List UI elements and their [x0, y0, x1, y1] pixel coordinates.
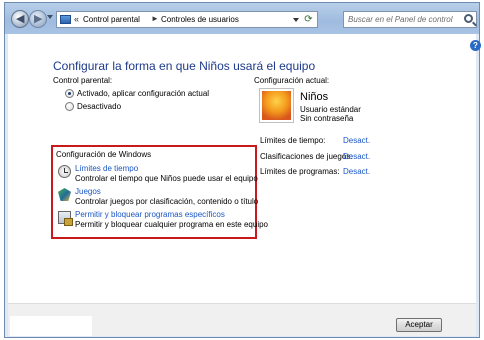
back-button[interactable]: ◀	[11, 10, 29, 28]
address-dropdown-chevron-down-icon[interactable]	[293, 18, 299, 22]
address-overflow-chevron[interactable]: «	[74, 14, 79, 24]
windows-settings-label: Configuración de Windows	[56, 150, 152, 159]
programs-icon	[58, 211, 73, 226]
control-panel-window: ◀ ▶ « Control parental ► Controles de us…	[4, 2, 481, 338]
stat-game-ratings-label: Clasificaciones de juegos:	[260, 152, 353, 161]
title-bar: ◀ ▶ « Control parental ► Controles de us…	[5, 3, 479, 34]
address-bar[interactable]: « Control parental ► Controles de usuari…	[56, 11, 318, 28]
stat-time-limits-value: Desact.	[343, 136, 371, 145]
stat-time-limits-label: Límites de tiempo:	[260, 136, 326, 145]
clock-icon	[58, 165, 71, 178]
breadcrumb-control-parental[interactable]: Control parental	[83, 15, 140, 24]
games-link[interactable]: Juegos	[75, 187, 101, 196]
games-description: Controlar juegos por clasificación, cont…	[75, 197, 259, 206]
user-name: Niños	[300, 91, 329, 103]
search-box[interactable]: Buscar en el Panel de control	[343, 11, 477, 28]
forward-arrow-icon: ▶	[34, 13, 43, 25]
help-icon[interactable]: ?	[470, 40, 481, 51]
status-field	[10, 316, 92, 336]
page-title: Configurar la forma en que Niños usará e…	[53, 59, 316, 73]
time-limits-description: Controlar el tiempo que Niños puede usar…	[75, 174, 258, 183]
programs-description: Permitir y bloquear cualquier programa e…	[75, 220, 268, 229]
search-input[interactable]: Buscar en el Panel de control	[348, 15, 453, 24]
bottom-bar: Aceptar	[8, 303, 476, 336]
stat-program-limits-value: Desact.	[343, 167, 371, 176]
radio-desactivado-label[interactable]: Desactivado	[77, 102, 121, 111]
windows-settings-panel: Configuración de Windows Límites de tiem…	[51, 145, 268, 239]
search-icon[interactable]	[464, 14, 473, 23]
radio-activado-label[interactable]: Activado, aplicar configuración actual	[77, 89, 209, 98]
programs-link[interactable]: Permitir y bloquear programas específico…	[75, 210, 225, 219]
control-panel-icon	[60, 15, 71, 24]
games-icon	[58, 188, 71, 201]
breadcrumb-separator[interactable]: ►	[151, 14, 159, 23]
current-config-label: Configuración actual:	[254, 76, 330, 85]
accept-button[interactable]: Aceptar	[396, 318, 442, 332]
account-type: Usuario estándar	[300, 105, 361, 114]
user-picture-icon	[262, 91, 291, 120]
back-arrow-icon: ◀	[16, 13, 25, 25]
recent-pages-chevron-down-icon[interactable]	[47, 15, 53, 19]
radio-activado[interactable]	[65, 89, 74, 98]
stat-game-ratings-value: Desact.	[343, 152, 371, 161]
breadcrumb-controles-de-usuarios[interactable]: Controles de usuarios	[161, 15, 239, 24]
forward-button[interactable]: ▶	[29, 10, 47, 28]
radio-desactivado[interactable]	[65, 102, 74, 111]
password-status: Sin contraseña	[300, 114, 354, 123]
refresh-icon[interactable]: ⟳	[302, 13, 315, 26]
main-content: ? Configurar la forma en que Niños usará…	[8, 34, 481, 303]
avatar	[259, 88, 294, 123]
stat-program-limits-label: Límites de programas:	[260, 167, 340, 176]
parental-control-label: Control parental:	[53, 76, 113, 85]
time-limits-link[interactable]: Límites de tiempo	[75, 164, 138, 173]
